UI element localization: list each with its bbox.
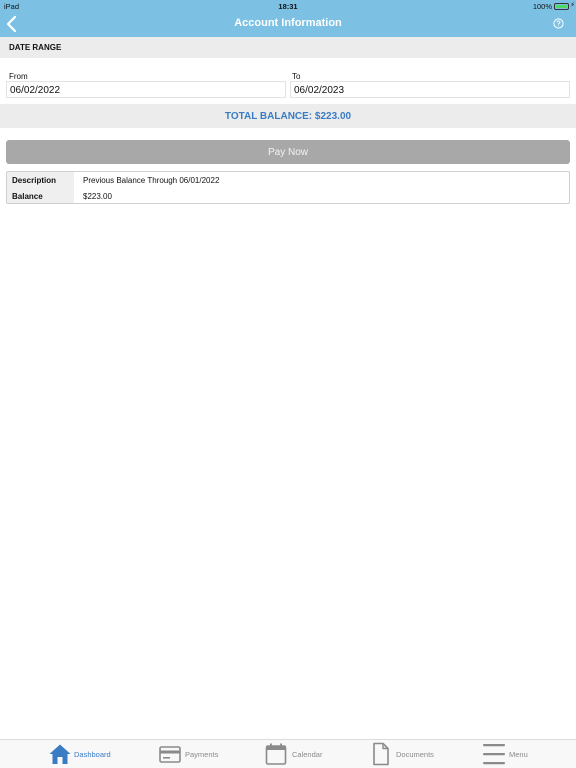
tab-menu[interactable]: Menu bbox=[482, 740, 542, 768]
status-time: 18:31 bbox=[278, 2, 298, 11]
pay-now-label: Pay Now bbox=[267, 147, 308, 158]
description-value: Previous Balance Through 06/01/2022 bbox=[83, 176, 220, 185]
tab-calendar-label: Calendar bbox=[292, 750, 323, 759]
balance-details-card: Description Previous Balance Through 06/… bbox=[6, 171, 570, 204]
tab-documents-label: Documents bbox=[396, 750, 434, 759]
from-label: From bbox=[9, 72, 28, 81]
from-date-input[interactable]: 06/02/2022 bbox=[6, 81, 286, 98]
tab-dashboard-label: Dashboard bbox=[74, 750, 111, 759]
page-title: Account Information bbox=[234, 17, 342, 29]
document-icon bbox=[373, 742, 389, 766]
credit-card-icon bbox=[159, 746, 181, 763]
status-bar: iPad 18:31 100% ⚡ bbox=[0, 0, 576, 12]
total-balance: TOTAL BALANCE: $223.00 bbox=[224, 111, 352, 122]
help-icon[interactable] bbox=[553, 18, 564, 29]
date-range-header: DATE RANGE bbox=[0, 37, 576, 58]
calendar-icon bbox=[265, 743, 287, 765]
tab-documents[interactable]: Documents bbox=[370, 740, 450, 768]
tab-calendar[interactable]: Calendar bbox=[264, 740, 334, 768]
tab-payments[interactable]: Payments bbox=[158, 740, 228, 768]
tab-bar: Dashboard Payments Calendar Documents Me… bbox=[0, 739, 576, 768]
navigation-bar: Account Information bbox=[0, 12, 576, 37]
to-label: To bbox=[292, 72, 301, 81]
balance-key: Balance bbox=[12, 192, 43, 201]
house-icon bbox=[49, 744, 71, 764]
to-date-input[interactable]: 06/02/2023 bbox=[290, 81, 570, 98]
date-range-label: DATE RANGE bbox=[9, 43, 62, 52]
pay-now-button[interactable]: Pay Now bbox=[6, 140, 570, 164]
tab-menu-label: Menu bbox=[509, 750, 528, 759]
tab-dashboard[interactable]: Dashboard bbox=[46, 740, 126, 768]
battery-level-fill bbox=[556, 5, 567, 8]
charging-icon: ⚡ bbox=[570, 2, 575, 9]
total-balance-band: TOTAL BALANCE: $223.00 bbox=[0, 104, 576, 128]
battery-percentage: 100% bbox=[532, 2, 552, 11]
balance-value: $223.00 bbox=[83, 192, 112, 201]
battery-icon bbox=[554, 3, 569, 10]
tab-payments-label: Payments bbox=[185, 750, 219, 759]
description-key: Description bbox=[12, 176, 57, 185]
hamburger-menu-icon bbox=[483, 744, 505, 765]
